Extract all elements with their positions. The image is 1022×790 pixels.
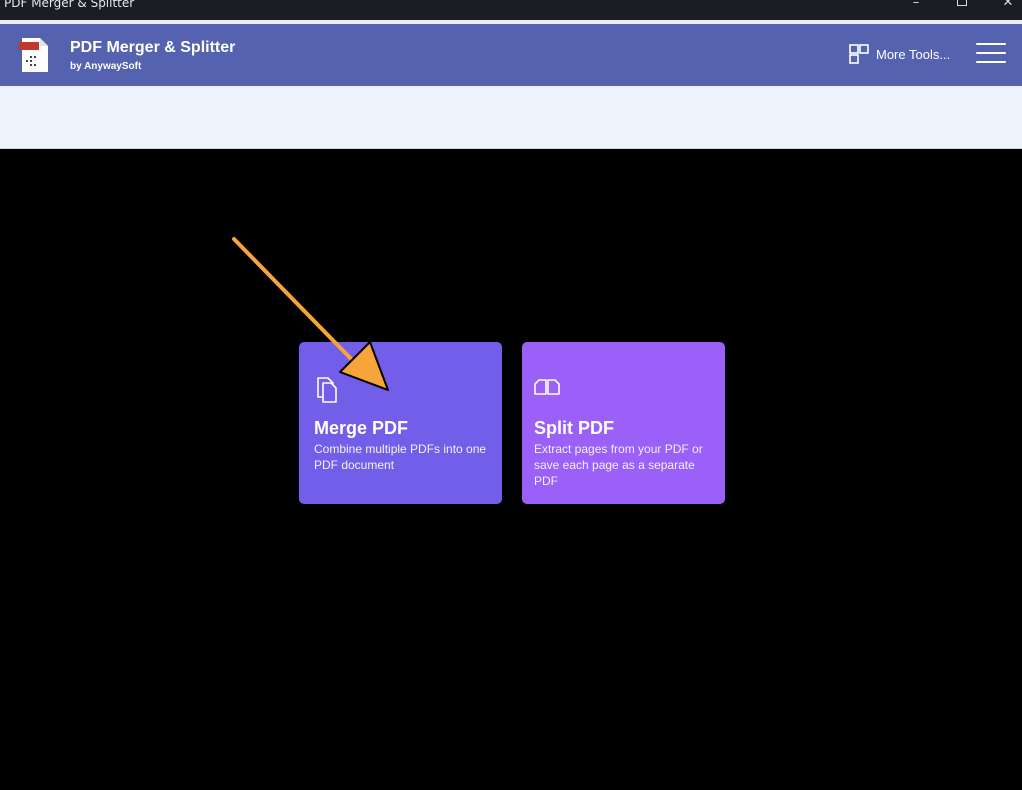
app-subtitle: by AnywaySoft [70, 61, 142, 72]
copy-pages-icon [317, 377, 337, 403]
more-tools-label: More Tools... [876, 46, 951, 62]
close-icon: ✕ [1002, 0, 1014, 10]
window-title: PDF Merger & Splitter [4, 0, 135, 10]
maximize-button[interactable] [952, 0, 972, 12]
merge-pdf-title: Merge PDF [314, 418, 409, 438]
pdf-file-icon [18, 36, 50, 74]
tiles-icon [849, 44, 869, 64]
more-tools-button[interactable]: More Tools... [848, 42, 950, 66]
maximize-icon [957, 0, 967, 6]
window-titlebar: PDF Merger & Splitter – ✕ [0, 0, 1022, 20]
app-header: PDF Merger & Splitter by AnywaySoft More… [0, 20, 1022, 86]
split-pages-icon [534, 379, 560, 395]
hamburger-menu-icon[interactable] [976, 43, 1006, 65]
minimize-button[interactable]: – [906, 0, 926, 12]
minimize-icon: – [912, 0, 920, 10]
merge-pdf-description: Combine multiple PDFs into one PDF docum… [314, 442, 487, 472]
app-title: PDF Merger & Splitter [70, 39, 236, 56]
split-pdf-description: Extract pages from your PDF or save each… [534, 442, 703, 488]
toolbar-strip [0, 86, 1022, 149]
split-pdf-title: Split PDF [534, 418, 614, 438]
split-pdf-card[interactable]: Split PDF Extract pages from your PDF or… [522, 342, 725, 504]
close-button[interactable]: ✕ [998, 0, 1018, 12]
merge-pdf-card[interactable]: Merge PDF Combine multiple PDFs into one… [299, 342, 502, 504]
